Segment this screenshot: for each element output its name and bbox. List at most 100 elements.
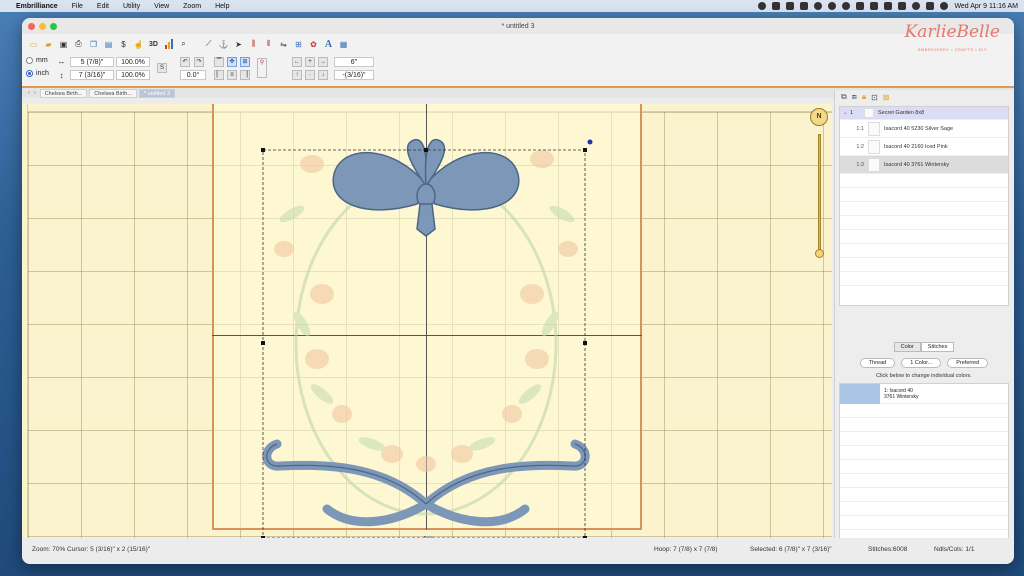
copy-icon[interactable]: ❐ (88, 39, 99, 50)
nudge-left-button[interactable]: ← (292, 57, 302, 67)
open-folder-icon[interactable]: ▰ (43, 39, 54, 50)
color-swatch[interactable] (840, 383, 880, 404)
tree-row[interactable]: 1:1 Isacord 40 5230 Silver Sage (840, 120, 1008, 138)
zoom-slider[interactable] (818, 134, 821, 254)
align-left-button[interactable]: ▏ (214, 70, 224, 80)
3d-view-icon[interactable]: 3D (148, 39, 159, 50)
lock-icon[interactable]: 🔒︎ (862, 92, 866, 102)
nudge-plus-button[interactable]: + (305, 57, 315, 67)
nudge-right-button[interactable]: → (318, 57, 328, 67)
tab-untitled-3[interactable]: * untitled 3 (138, 88, 175, 98)
thread-thumbnail (868, 139, 880, 154)
battery-icon[interactable] (884, 2, 893, 10)
tab-prev-icon[interactable]: ‹ (28, 90, 30, 96)
color-chart-icon[interactable] (163, 39, 174, 49)
tray-app-icon[interactable] (800, 2, 809, 10)
tab-chelsea-2[interactable]: Chelsea Birth... (89, 88, 137, 98)
proportional-lock-button[interactable]: S (157, 63, 167, 73)
x-position-field[interactable]: 6" (334, 57, 374, 67)
height-scale-field[interactable]: 100.0% (116, 70, 150, 80)
collapse-icon[interactable]: ⌄ (840, 110, 850, 116)
pin-tool-button[interactable]: ⚲ (257, 58, 267, 78)
tree-row-index: 1:2 (856, 143, 864, 150)
menu-utility[interactable]: Utility (123, 3, 140, 10)
rotation-field[interactable]: 0.0° (180, 70, 206, 80)
pointer-icon[interactable]: ➤ (233, 39, 244, 50)
rotate-right-button[interactable]: ↷ (194, 57, 204, 67)
control-center-icon[interactable] (926, 2, 935, 10)
menu-zoom[interactable]: Zoom (183, 3, 201, 10)
color-row[interactable]: 1: Isacord 40 3761 Wintersky (840, 383, 1008, 404)
tree-root-row[interactable]: ⌄ 1 Secret Garden 8x8 (840, 107, 1008, 120)
compass-icon[interactable]: N (810, 108, 828, 126)
rotate-left-button[interactable]: ↶ (180, 57, 190, 67)
y-position-field[interactable]: -(3/16)" (334, 70, 374, 80)
new-file-icon[interactable]: ▭ (28, 39, 39, 50)
menu-view[interactable]: View (154, 3, 169, 10)
color-sort-icon[interactable]: ✿ (308, 39, 319, 50)
center-button[interactable]: ✥ (227, 57, 237, 67)
paste-icon[interactable]: ▤ (103, 39, 114, 50)
align-right-button[interactable]: ▕ (240, 70, 250, 80)
siri-icon[interactable] (940, 2, 949, 10)
tray-app-icon[interactable] (828, 2, 837, 10)
tree-row[interactable]: 1:2 Isacord 40 2160 Iced Pink (840, 138, 1008, 156)
width-scale-field[interactable]: 100.0% (116, 57, 150, 67)
nudge-up-button[interactable]: ↑ (292, 70, 302, 80)
grid-select-icon[interactable]: ⊞ (293, 39, 304, 50)
tab-stitches[interactable]: Stitches (920, 342, 955, 352)
unlock-icon[interactable]: ⊠ (883, 93, 890, 102)
ungroup-icon[interactable]: ⧈ (852, 92, 857, 102)
center-hoop-button[interactable]: ⊞ (240, 57, 250, 67)
thread-button[interactable]: Thread (859, 358, 896, 368)
group-icon[interactable]: ⧉ (841, 92, 847, 102)
design-canvas[interactable]: N (22, 104, 832, 538)
app-menu[interactable]: Embrilliance (16, 3, 58, 10)
align-top-button[interactable]: ▔ (214, 57, 224, 67)
tab-chelsea-1[interactable]: Chelsea Birth... (39, 88, 88, 98)
anchor-icon[interactable]: ⚓ (218, 39, 229, 50)
unit-inch-option[interactable]: inch (26, 70, 49, 77)
menubar-clock[interactable]: Wed Apr 9 11:16 AM (954, 3, 1018, 10)
ruler-icon[interactable]: ⟋ (203, 39, 214, 50)
unit-mm-radio[interactable] (26, 57, 33, 64)
print-icon[interactable]: ⎙ (73, 39, 84, 50)
wifi-icon[interactable] (898, 2, 907, 10)
embroidery-design[interactable] (22, 104, 832, 538)
width-field[interactable]: 5 (7/8)" (70, 57, 114, 67)
tree-empty-row (840, 244, 1008, 258)
tray-app-icon[interactable] (772, 2, 781, 10)
preferred-button[interactable]: Preferred (947, 358, 989, 368)
tree-row-selected[interactable]: 1:3 Isacord 40 3761 Wintersky (840, 156, 1008, 174)
nudge-center-button[interactable]: · (305, 70, 315, 80)
tray-app-icon[interactable] (814, 2, 823, 10)
tab-next-icon[interactable]: › (34, 90, 36, 96)
mirror-icon[interactable]: ⇋ (278, 39, 289, 50)
tray-app-icon[interactable] (758, 2, 767, 10)
zoom-slider-knob[interactable] (815, 249, 824, 258)
align-vertical-icon[interactable]: ⫼ (248, 39, 259, 50)
text-tool-icon[interactable]: A (323, 39, 334, 50)
search-icon[interactable] (912, 2, 921, 10)
hand-tool-icon[interactable]: ☝ (133, 39, 144, 50)
save-icon[interactable]: ▣ (58, 39, 69, 50)
bluetooth-icon[interactable] (870, 2, 879, 10)
tray-app-icon[interactable] (786, 2, 795, 10)
stitch-simulator-icon[interactable]: $ (118, 39, 129, 50)
distribute-icon[interactable]: ⫴ (263, 39, 274, 50)
display-icon[interactable] (856, 2, 865, 10)
height-field[interactable]: 7 (3/16)" (70, 70, 114, 80)
magnifier-icon[interactable]: ⌕ (178, 39, 189, 50)
menu-file[interactable]: File (72, 3, 83, 10)
one-color-button[interactable]: 1 Color... (901, 358, 942, 368)
nudge-down-button[interactable]: ↓ (318, 70, 328, 80)
unit-inch-radio[interactable] (26, 70, 33, 77)
tray-app-icon[interactable] (842, 2, 851, 10)
tab-color[interactable]: Color (893, 342, 921, 352)
menu-edit[interactable]: Edit (97, 3, 109, 10)
align-middle-button[interactable]: ≡ (227, 70, 237, 80)
lock-icon[interactable]: ⊡ (871, 93, 878, 102)
menu-help[interactable]: Help (215, 3, 229, 10)
monogram-icon[interactable]: ▦ (338, 39, 349, 50)
unit-mm-option[interactable]: mm (26, 57, 48, 64)
